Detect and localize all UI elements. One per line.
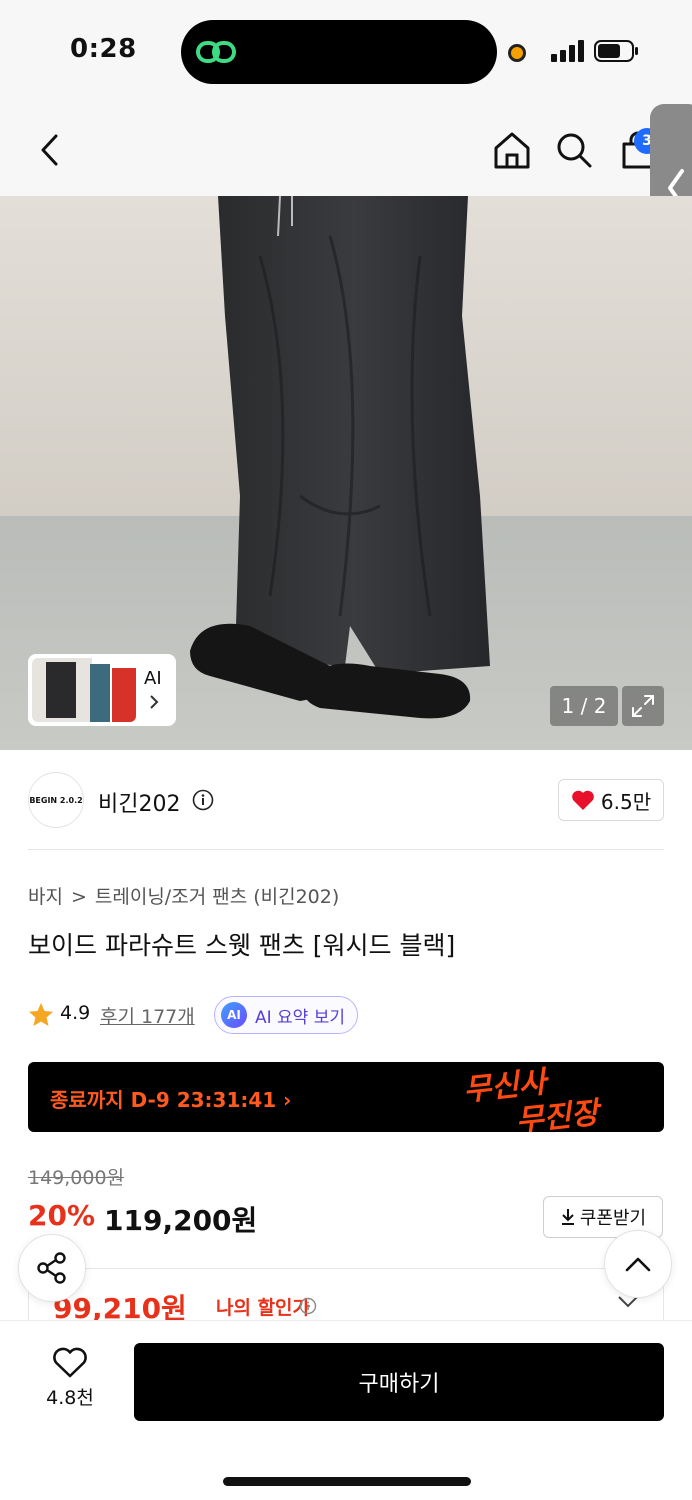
wishlist-count: 4.8천 — [46, 1387, 94, 1409]
bottom-action-bar: 4.8천 구매하기 — [0, 1320, 692, 1500]
ai-icon: AI — [221, 1002, 247, 1028]
color-thumb-image — [32, 658, 136, 722]
app-header — [0, 102, 692, 196]
ai-summary-label: AI 요약 보기 — [255, 1007, 346, 1028]
battery-icon — [594, 40, 638, 62]
image-counter: 1 / 2 — [550, 686, 618, 726]
scroll-to-top-button[interactable] — [604, 1230, 672, 1298]
promo-countdown: 종료까지 D-9 23:31:41 › — [50, 1088, 292, 1112]
musinsa-mujinjang-logo: 무신사 무진장 — [446, 1062, 656, 1132]
search-button[interactable] — [552, 128, 596, 172]
coupon-label: 쿠폰받기 — [579, 1208, 647, 1229]
home-icon — [494, 132, 530, 169]
my-price-box[interactable]: 99,210원 나의 할인가 — [28, 1268, 664, 1328]
info-icon[interactable] — [192, 789, 214, 811]
product-image-gallery[interactable]: AI 1 / 2 — [0, 196, 692, 750]
breadcrumb: 바지 > 트레이닝/조거 팬츠 (비긴202) — [28, 882, 339, 909]
brand-name[interactable]: 비긴202 — [98, 786, 180, 818]
status-bar: 0:28 — [0, 0, 692, 102]
brand-like-button[interactable]: 6.5만 — [558, 779, 664, 821]
star-icon — [29, 1003, 53, 1026]
color-options-thumb[interactable]: AI — [28, 654, 176, 726]
ai-summary-button[interactable]: AI AI 요약 보기 — [214, 996, 358, 1034]
dynamic-island — [181, 20, 497, 84]
sale-price: 119,200원 — [104, 1204, 258, 1237]
product-title: 보이드 파라슈트 스웻 팬츠 [워시드 블랙] — [28, 931, 456, 960]
brand-like-count: 6.5만 — [600, 789, 652, 814]
status-time: 0:28 — [70, 34, 137, 64]
ai-label: AI — [144, 668, 162, 689]
link-app-icon — [196, 41, 236, 63]
expand-button[interactable] — [622, 686, 664, 726]
chevron-left-icon — [41, 134, 58, 166]
original-price: 149,000원 — [28, 1167, 125, 1189]
download-icon — [561, 1209, 574, 1225]
promo-banner[interactable]: 종료까지 D-9 23:31:41 › 무신사 무진장 — [28, 1062, 664, 1132]
search-icon — [557, 133, 592, 168]
expand-icon — [632, 695, 654, 717]
divider — [28, 849, 664, 850]
back-button[interactable] — [28, 128, 72, 172]
home-button[interactable] — [490, 128, 534, 172]
rating-score: 4.9 — [60, 1002, 91, 1024]
home-indicator[interactable] — [223, 1477, 471, 1486]
brand-logo[interactable]: BEGIN 2.0.2 — [28, 772, 84, 828]
reviews-link[interactable]: 후기 177개 — [100, 1002, 195, 1029]
breadcrumb-category[interactable]: 바지 — [28, 886, 63, 908]
chevron-up-icon — [625, 1257, 651, 1272]
my-price-label: 나의 할인가 — [216, 1297, 311, 1319]
info-icon[interactable] — [299, 1297, 317, 1315]
buy-button[interactable]: 구매하기 — [134, 1343, 664, 1421]
discount-rate: 20% — [28, 1199, 96, 1232]
chevron-right-icon — [150, 695, 159, 709]
breadcrumb-subcategory[interactable]: 트레이닝/조거 팬츠 (비긴202) — [95, 886, 339, 908]
recording-indicator — [508, 44, 526, 62]
share-button[interactable] — [18, 1234, 86, 1302]
heart-filled-icon — [572, 790, 594, 810]
heart-icon — [53, 1347, 87, 1378]
share-icon — [37, 1252, 66, 1284]
wishlist-button[interactable]: 4.8천 — [30, 1347, 110, 1417]
chevron-right-icon: > — [70, 886, 87, 908]
signal-icon — [551, 40, 584, 62]
